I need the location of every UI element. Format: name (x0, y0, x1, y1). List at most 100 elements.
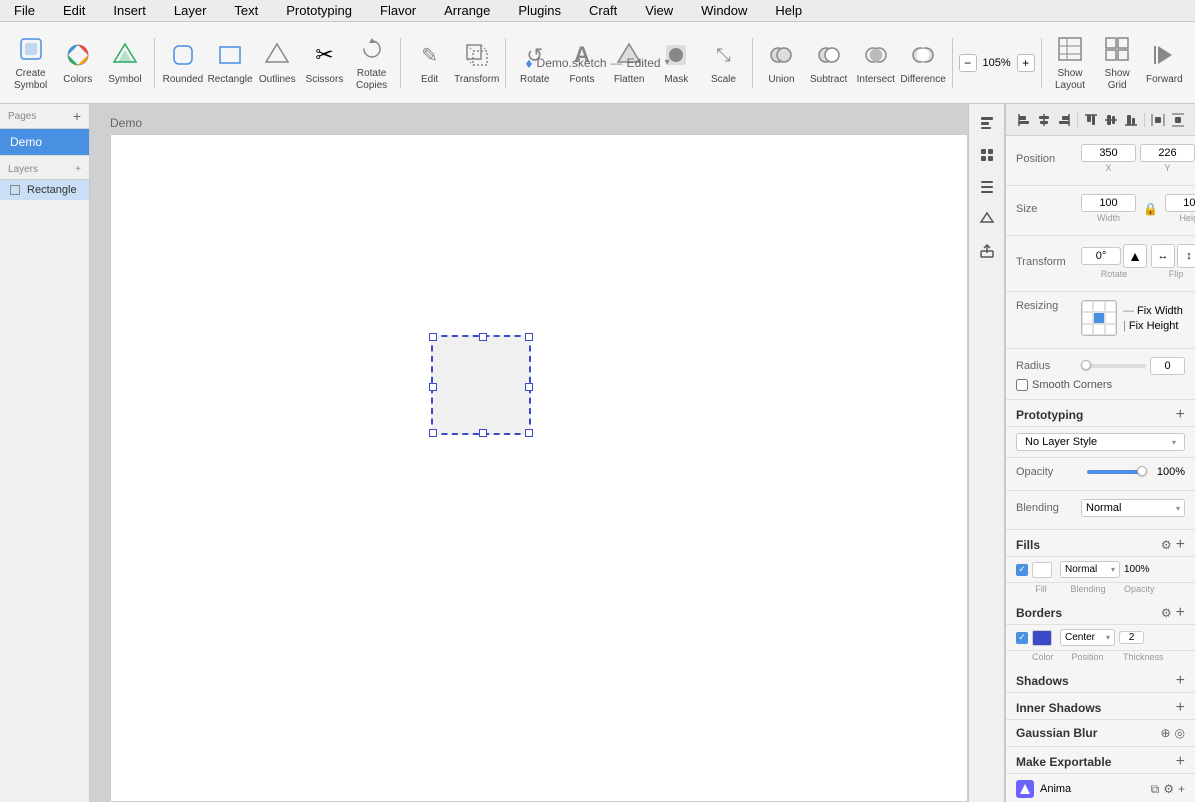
rotate-copies-button[interactable]: Rotate Copies (349, 28, 394, 98)
menu-flavor[interactable]: Flavor (374, 2, 422, 19)
align-bottom-button[interactable] (1122, 111, 1140, 129)
rectangle-button[interactable]: Rectangle (208, 28, 253, 98)
flip-h-button[interactable]: ↔ (1151, 244, 1175, 268)
components-panel-button[interactable] (972, 204, 1002, 234)
outlines-button[interactable]: Outlines (255, 28, 300, 98)
resize-cell-bc[interactable] (1093, 324, 1104, 335)
menu-edit[interactable]: Edit (57, 2, 91, 19)
distribute-v-button[interactable] (1169, 111, 1187, 129)
radius-slider[interactable] (1081, 364, 1146, 368)
show-layout-button[interactable]: Show Layout (1047, 28, 1092, 98)
symbol-button[interactable]: Symbol (102, 28, 147, 98)
selected-shape[interactable] (431, 335, 531, 435)
menu-plugins[interactable]: Plugins (512, 2, 567, 19)
handle-tr[interactable] (525, 333, 533, 341)
create-symbol-button[interactable]: Create Symbol (8, 28, 53, 98)
blending-dropdown[interactable]: Normal ▾ (1081, 499, 1185, 517)
edit-button[interactable]: ✎ Edit (407, 28, 452, 98)
export-panel-button[interactable] (972, 236, 1002, 266)
fill-blending-dropdown[interactable]: Normal ▾ (1060, 561, 1120, 578)
page-item-demo[interactable]: Demo (0, 129, 89, 156)
scale-button[interactable]: ⤡ Scale (701, 28, 746, 98)
opacity-slider[interactable] (1087, 470, 1143, 474)
border-color-swatch[interactable] (1032, 630, 1052, 646)
handle-bm[interactable] (479, 429, 487, 437)
menu-help[interactable]: Help (769, 2, 808, 19)
menu-window[interactable]: Window (695, 2, 753, 19)
resize-cell-mc[interactable] (1093, 312, 1104, 323)
add-shadow-button[interactable]: + (1176, 672, 1185, 690)
resize-cell-bl[interactable] (1082, 324, 1093, 335)
size-lock-icon[interactable]: 🔒 (1143, 202, 1158, 216)
gaussian-blur-toggle-button[interactable]: ◎ (1175, 726, 1185, 740)
align-right-button[interactable] (1055, 111, 1073, 129)
rotate-input[interactable] (1081, 247, 1121, 265)
resize-cell-br[interactable] (1105, 324, 1116, 335)
align-center-h-button[interactable] (1035, 111, 1053, 129)
add-prototyping-button[interactable]: + (1176, 406, 1185, 424)
resize-cell-mr[interactable] (1105, 312, 1116, 323)
distribute-h-button[interactable] (1149, 111, 1167, 129)
handle-mr[interactable] (525, 383, 533, 391)
align-left-button[interactable] (1015, 111, 1033, 129)
difference-button[interactable]: Difference (900, 28, 945, 98)
handle-bl[interactable] (429, 429, 437, 437)
layer-style-dropdown[interactable]: No Layer Style ▾ (1016, 433, 1185, 451)
anima-settings-button[interactable]: ⚙ (1163, 782, 1174, 797)
menu-file[interactable]: File (8, 2, 41, 19)
smooth-corners-checkbox[interactable] (1016, 379, 1028, 391)
subtract-button[interactable]: Subtract (806, 28, 851, 98)
add-export-button[interactable]: + (1176, 753, 1185, 771)
add-layer-button[interactable]: + (75, 164, 81, 175)
border-enabled-checkbox[interactable]: ✓ (1016, 632, 1028, 644)
scissors-button[interactable]: ✂ Scissors (302, 28, 347, 98)
width-input[interactable] (1081, 194, 1136, 212)
fills-settings-button[interactable]: ⚙ (1161, 538, 1172, 552)
fill-color-swatch[interactable] (1032, 562, 1052, 578)
rotate-up-button[interactable]: ▲ (1123, 244, 1147, 268)
colors-button[interactable]: Colors (55, 28, 100, 98)
transform-button[interactable]: Transform (454, 28, 499, 98)
forward-button[interactable]: Forward (1142, 28, 1187, 98)
resize-cell-tr[interactable] (1105, 301, 1116, 312)
layer-item-rectangle[interactable]: Rectangle (0, 180, 89, 200)
flip-v-button[interactable]: ↕ (1177, 244, 1195, 268)
resize-grid[interactable] (1081, 300, 1117, 336)
radius-input[interactable] (1150, 357, 1185, 375)
menu-arrange[interactable]: Arrange (438, 2, 496, 19)
assets-panel-button[interactable] (972, 140, 1002, 170)
add-fill-button[interactable]: + (1176, 536, 1185, 554)
menu-craft[interactable]: Craft (583, 2, 623, 19)
handle-ml[interactable] (429, 383, 437, 391)
menu-view[interactable]: View (639, 2, 679, 19)
intersect-button[interactable]: Intersect (853, 28, 898, 98)
zoom-out-button[interactable]: − (959, 54, 977, 72)
resize-cell-ml[interactable] (1082, 312, 1093, 323)
fill-enabled-checkbox[interactable]: ✓ (1016, 564, 1028, 576)
zoom-in-button[interactable]: + (1017, 54, 1035, 72)
resize-cell-tc[interactable] (1093, 301, 1104, 312)
handle-tm[interactable] (479, 333, 487, 341)
layers-panel-button[interactable] (972, 172, 1002, 202)
union-button[interactable]: Union (759, 28, 804, 98)
borders-settings-button[interactable]: ⚙ (1161, 606, 1172, 620)
add-border-button[interactable]: + (1176, 604, 1185, 622)
gaussian-blur-expand-button[interactable]: ⊕ (1160, 726, 1170, 740)
anima-layers-button[interactable]: ⧉ (1151, 782, 1160, 797)
resize-cell-tl[interactable] (1082, 301, 1093, 312)
menu-text[interactable]: Text (228, 2, 264, 19)
menu-insert[interactable]: Insert (107, 2, 152, 19)
handle-tl[interactable] (429, 333, 437, 341)
border-thickness-input[interactable] (1119, 631, 1144, 644)
add-inner-shadow-button[interactable]: + (1176, 699, 1185, 717)
canvas-area[interactable]: Demo (90, 104, 968, 802)
handle-br[interactable] (525, 429, 533, 437)
align-middle-v-button[interactable] (1102, 111, 1120, 129)
add-page-button[interactable]: + (73, 108, 81, 124)
anima-add-button[interactable]: + (1178, 782, 1185, 797)
align-top-button[interactable] (1082, 111, 1100, 129)
y-input[interactable] (1140, 144, 1195, 162)
rounded-button[interactable]: Rounded (160, 28, 205, 98)
show-grid-button[interactable]: Show Grid (1095, 28, 1140, 98)
height-input[interactable] (1165, 194, 1195, 212)
